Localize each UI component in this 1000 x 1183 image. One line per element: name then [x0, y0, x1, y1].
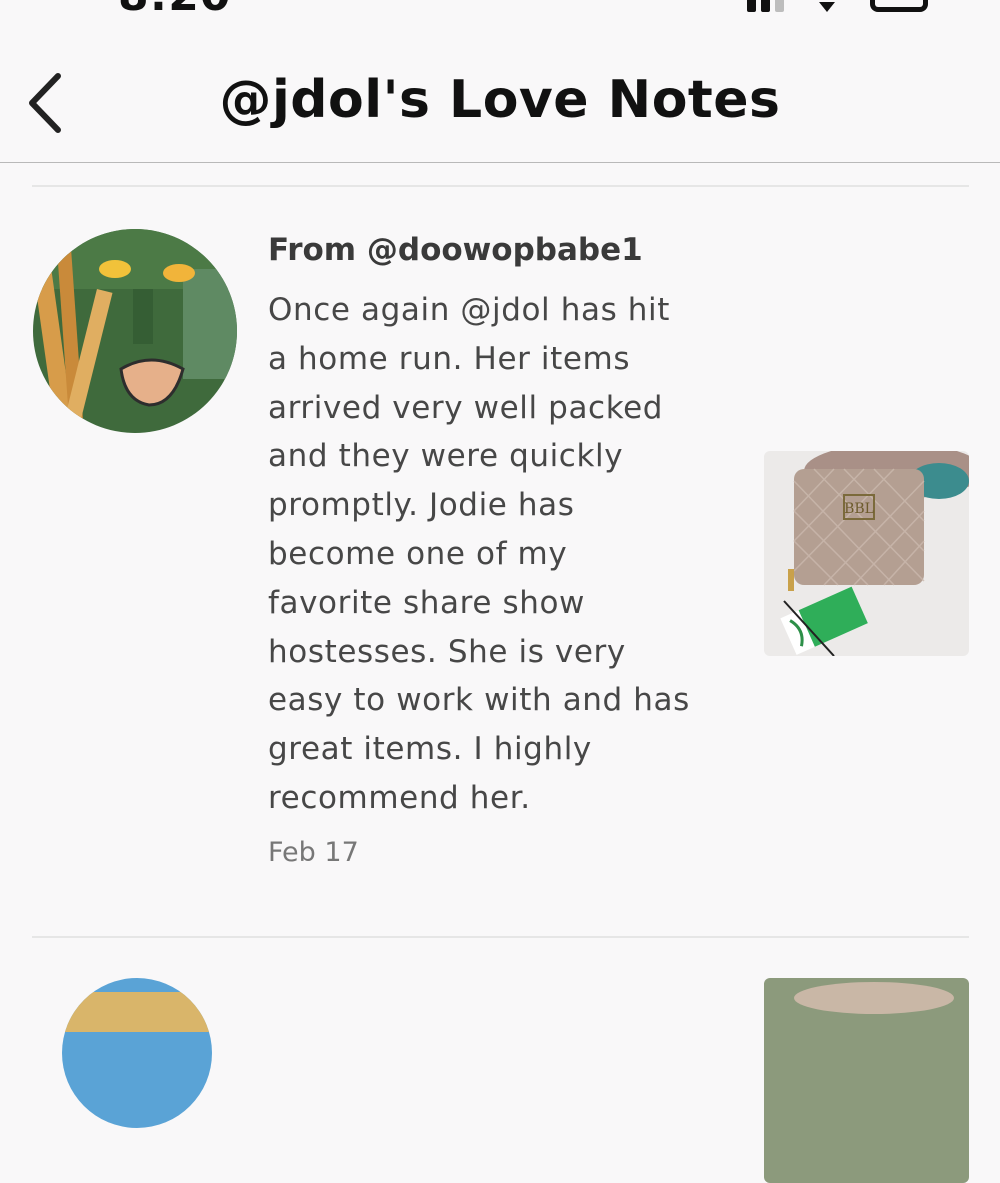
item-image — [764, 978, 969, 1183]
avatar[interactable] — [33, 229, 237, 433]
battery-icon — [870, 0, 928, 12]
note-author[interactable]: From @doowopbabe1 — [268, 228, 738, 272]
wifi-icon — [819, 2, 835, 12]
wallet-logo: BBL — [844, 501, 874, 517]
item-thumbnail[interactable] — [764, 978, 969, 1183]
note-date: Feb 17 — [268, 836, 359, 868]
status-time: 8:20 — [118, 0, 231, 21]
note-text: Once again @jdol has hit a home run. Her… — [268, 292, 690, 816]
page-title: @jdol's Love Notes — [219, 70, 781, 130]
wallet-image: BBL — [764, 451, 969, 656]
avatar-image — [62, 978, 212, 1128]
divider — [32, 936, 969, 938]
love-note: From @doowopbabe1 Once again @jdol has h… — [268, 228, 738, 868]
nav-header: @jdol's Love Notes — [0, 40, 1000, 163]
avatar-image — [33, 229, 237, 433]
divider — [32, 185, 969, 187]
avatar[interactable] — [62, 978, 212, 1128]
signal-icon — [747, 0, 784, 12]
item-thumbnail[interactable]: BBL — [764, 451, 969, 656]
status-icons — [747, 0, 928, 12]
